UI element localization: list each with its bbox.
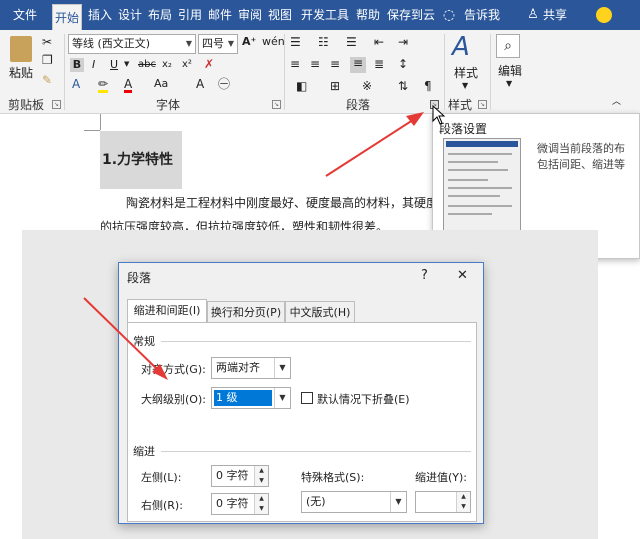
red-arrow-line <box>83 297 161 373</box>
red-arrow-head <box>406 112 424 126</box>
annotation-arrows <box>83 112 424 380</box>
red-arrow-line <box>325 117 417 177</box>
